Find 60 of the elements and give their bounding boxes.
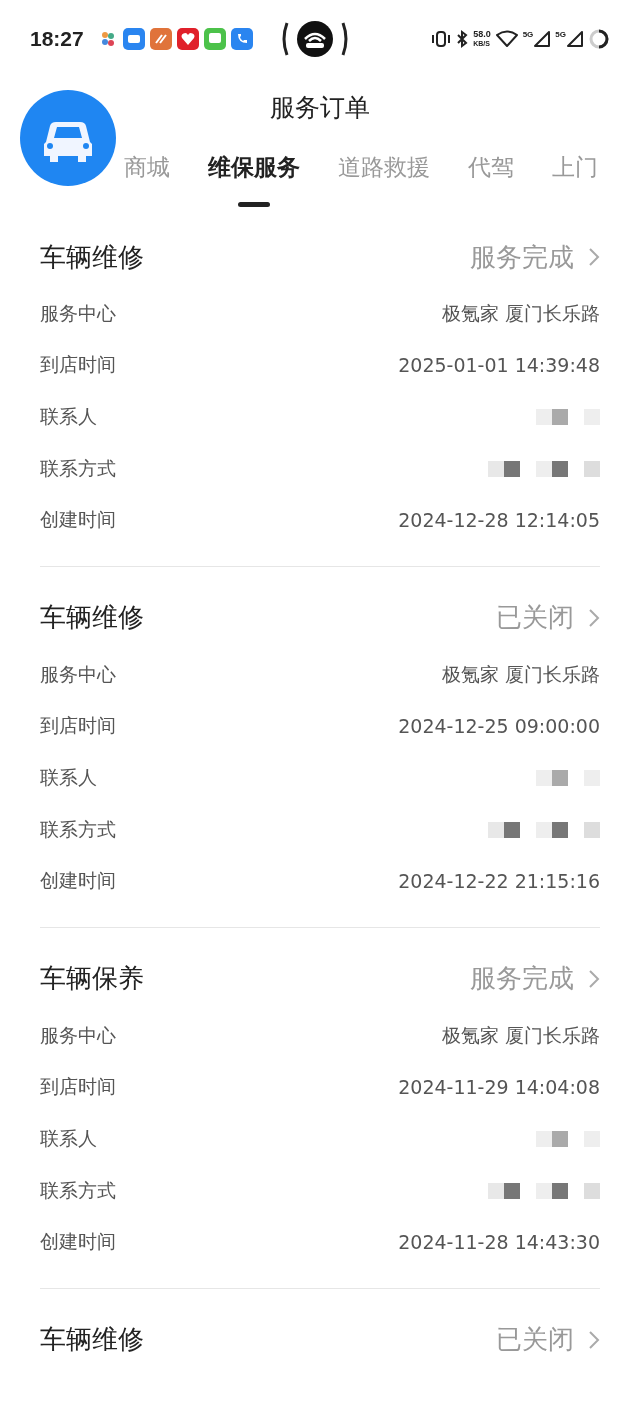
field-label: 到店时间 bbox=[40, 352, 116, 378]
pixelated-value-drawing bbox=[536, 769, 600, 786]
chevron-right-icon bbox=[588, 1329, 600, 1350]
phone-app-icon bbox=[230, 28, 253, 50]
car-button-icon[interactable] bbox=[20, 90, 116, 186]
message-app-icon bbox=[203, 28, 226, 50]
field-value: 2024-12-28 12:14:05 bbox=[398, 509, 600, 532]
network-type: 5G bbox=[522, 30, 534, 39]
signal-icon bbox=[566, 30, 584, 48]
pixelated-value-drawing bbox=[536, 409, 600, 425]
field-label: 联系方式 bbox=[40, 455, 116, 481]
page-title: 服务订单 bbox=[270, 91, 370, 124]
bluetooth-icon bbox=[455, 30, 470, 48]
tab[interactable]: 商城 bbox=[124, 136, 170, 207]
order-type: 车辆维修 bbox=[40, 1323, 144, 1357]
order-type: 车辆保养 bbox=[40, 962, 144, 996]
field-label: 创建时间 bbox=[40, 868, 116, 894]
field-label: 到店时间 bbox=[40, 713, 116, 739]
field-label: 联系人 bbox=[40, 1125, 97, 1151]
battery-icon bbox=[588, 28, 610, 50]
field-value: 2024-12-22 21:15:16 bbox=[398, 870, 600, 893]
field-label: 到店时间 bbox=[40, 1074, 116, 1100]
order-type: 车辆维修 bbox=[40, 601, 144, 635]
vibrate-icon bbox=[431, 30, 452, 48]
order-status-link[interactable]: 已关闭 bbox=[496, 1322, 600, 1358]
order-status-link[interactable]: 已关闭 bbox=[496, 600, 600, 636]
field-label: 联系方式 bbox=[40, 1177, 116, 1203]
app-icon bbox=[149, 28, 172, 50]
field-label: 联系方式 bbox=[40, 816, 116, 842]
tab[interactable]: 维保服务 bbox=[208, 136, 300, 207]
field-label: 联系人 bbox=[40, 404, 97, 429]
field-label: 服务中心 bbox=[40, 661, 116, 687]
field-label: 服务中心 bbox=[40, 1022, 116, 1048]
order-status-link[interactable]: 服务完成 bbox=[470, 961, 600, 997]
pixelated-value-drawing bbox=[536, 1130, 600, 1147]
order-type: 车辆维修 bbox=[40, 240, 144, 274]
field-label: 创建时间 bbox=[40, 1229, 116, 1255]
field-value: 极氪家 厦门长乐路 bbox=[441, 300, 600, 326]
field-value: 2024-11-29 14:04:08 bbox=[398, 1076, 600, 1099]
field-value: 2025-01-01 14:39:48 bbox=[398, 354, 600, 377]
signal-icon bbox=[533, 30, 552, 48]
tab[interactable]: 上门 bbox=[552, 136, 598, 207]
tab[interactable]: 代驾 bbox=[468, 136, 514, 207]
field-label: 联系人 bbox=[40, 764, 97, 790]
field-label: 创建时间 bbox=[40, 507, 116, 533]
tab[interactable]: 道路救援 bbox=[338, 136, 430, 207]
clock-time: 18:27 bbox=[30, 27, 84, 51]
field-value: 2024-11-28 14:43:30 bbox=[398, 1231, 600, 1254]
chevron-right-icon bbox=[588, 968, 600, 989]
wifi-icon bbox=[494, 30, 519, 48]
order-status-link[interactable]: 服务完成 bbox=[470, 239, 600, 275]
car-app-icon bbox=[122, 28, 145, 50]
field-label: 服务中心 bbox=[40, 300, 116, 326]
network-type: 5G bbox=[555, 30, 566, 39]
field-value: 极氪家 厦门长乐路 bbox=[441, 661, 600, 687]
field-value: 极氪家 厦门长乐路 bbox=[441, 1022, 600, 1048]
chevron-right-icon bbox=[588, 247, 600, 267]
field-value: 2024-12-25 09:00:00 bbox=[398, 715, 600, 738]
heart-app-icon bbox=[176, 28, 199, 50]
chevron-right-icon bbox=[588, 607, 600, 628]
